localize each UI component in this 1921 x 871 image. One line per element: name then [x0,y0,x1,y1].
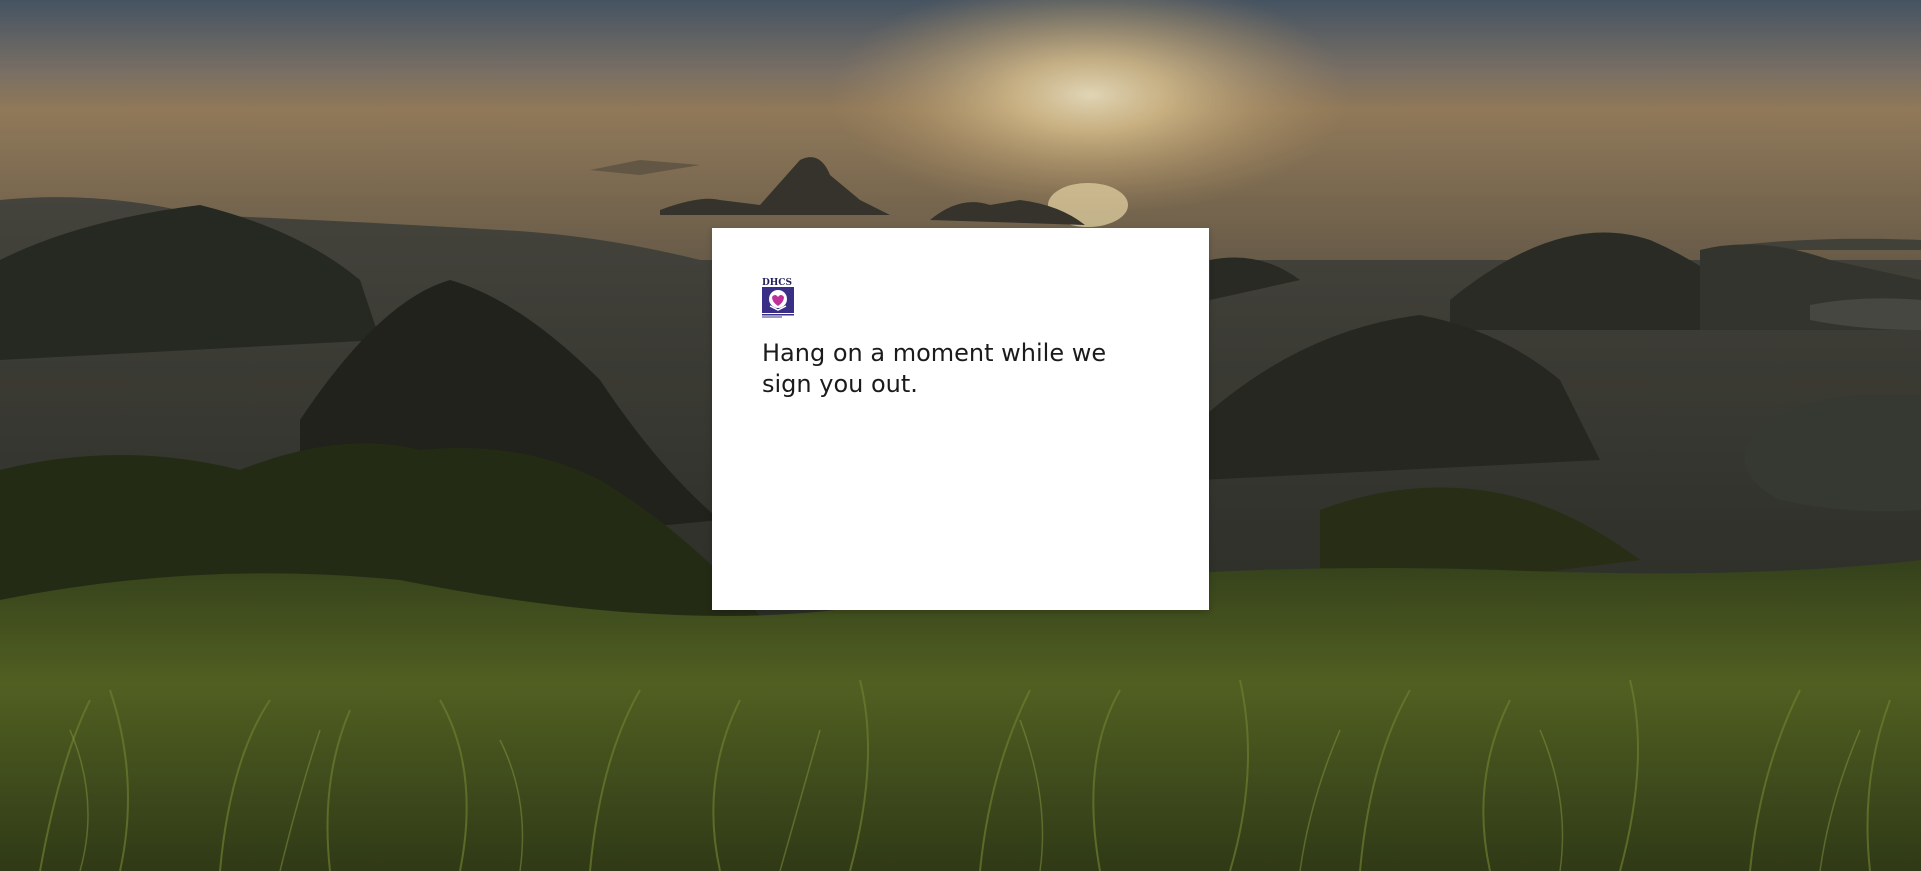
sign-out-message: Hang on a moment while we sign you out. [762,339,1107,398]
dhcs-logo-icon: DHCS [762,276,794,318]
svg-text:DHCS: DHCS [762,278,792,288]
sign-out-card: DHCS Hang on a moment while we sign you … [712,228,1209,610]
